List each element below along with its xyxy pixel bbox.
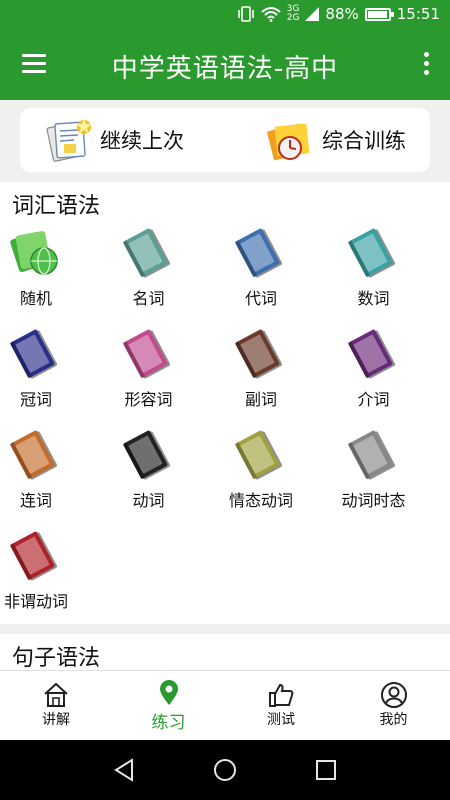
topic-label: 名词 — [132, 289, 165, 308]
vocabulary-grammar-section: 词汇语法 随机 名词 代词 数词冠词 形容词 副词 介词连词 动词 情态动词 动词时态非谓动词 — [0, 182, 450, 624]
tab-label: 练习 — [151, 713, 186, 733]
book-icon — [235, 228, 283, 278]
back-icon[interactable] — [112, 757, 138, 783]
topic-item[interactable]: 数词 — [338, 227, 450, 327]
topic-item[interactable]: 连词 — [0, 429, 112, 529]
home-button-icon[interactable] — [212, 757, 238, 783]
topic-item[interactable]: 介词 — [338, 328, 450, 428]
book-icon — [347, 228, 395, 278]
bottom-navigation: 讲解 练习 测试 我的 — [0, 670, 450, 740]
battery-icon — [364, 7, 394, 21]
recent-apps-icon[interactable] — [313, 757, 339, 783]
topic-item[interactable]: 副词 — [225, 328, 337, 428]
continue-last-label: 继续上次 — [100, 129, 184, 153]
tab-label: 测试 — [267, 712, 295, 728]
tab-lecture[interactable]: 讲解 — [0, 671, 112, 741]
more-options-icon[interactable] — [422, 52, 430, 78]
topic-label: 数词 — [357, 289, 390, 308]
quick-actions-card: 继续上次 综合训练 — [20, 108, 430, 172]
thumbs-up-icon — [269, 683, 294, 707]
topic-item[interactable]: 情态动词 — [225, 429, 337, 529]
book-icon — [10, 531, 58, 581]
vibrate-icon — [237, 6, 254, 22]
comprehensive-training-label: 综合训练 — [322, 129, 406, 153]
book-icon — [10, 430, 58, 480]
tab-mine[interactable]: 我的 — [338, 671, 450, 741]
clock: 15:51 — [396, 5, 440, 23]
topic-item[interactable]: 冠词 — [0, 328, 112, 428]
section-title-vocabulary-grammar: 词汇语法 — [12, 194, 101, 219]
network-type-2: 2G — [286, 13, 300, 23]
topic-label: 非谓动词 — [3, 592, 68, 611]
book-icon — [235, 430, 283, 480]
tab-label: 讲解 — [42, 712, 70, 728]
network-type-indicator: 3G 2G — [287, 5, 300, 23]
tab-label: 我的 — [379, 712, 408, 728]
book-icon — [122, 329, 170, 379]
book-icon — [235, 329, 283, 379]
topic-label: 形容词 — [124, 390, 173, 409]
section-title-sentence-grammar: 句子语法 — [12, 646, 101, 670]
book-icon — [10, 329, 58, 379]
status-bar: 3G 2G 88% 15:51 — [0, 0, 450, 30]
page-title: 中学英语语法-高中 — [111, 54, 339, 84]
topic-item[interactable]: 名词 — [113, 227, 225, 327]
book-icon — [122, 430, 170, 480]
folder-clock-icon — [267, 123, 310, 161]
topic-label: 动词 — [132, 491, 165, 510]
random-icon — [10, 231, 58, 275]
book-icon — [347, 430, 395, 480]
wifi-icon — [261, 7, 281, 22]
location-pin-icon — [159, 680, 178, 705]
topic-label: 连词 — [19, 491, 52, 510]
user-icon — [380, 682, 407, 708]
topic-item[interactable]: 代词 — [225, 227, 337, 327]
topic-label: 介词 — [357, 390, 390, 409]
topic-label: 冠词 — [19, 390, 52, 409]
book-icon — [122, 228, 170, 278]
topic-item[interactable]: 动词时态 — [338, 429, 450, 529]
topic-label: 随机 — [19, 289, 52, 308]
topic-item[interactable]: 形容词 — [113, 328, 225, 428]
topic-label: 动词时态 — [341, 491, 406, 510]
topic-item[interactable]: 动词 — [113, 429, 225, 529]
topic-label: 代词 — [244, 289, 277, 308]
tab-practice[interactable]: 练习 — [113, 671, 225, 741]
tab-test[interactable]: 测试 — [225, 671, 337, 741]
topic-label: 情态动词 — [228, 491, 293, 510]
continue-last-button[interactable]: 继续上次 — [44, 108, 184, 172]
sentence-grammar-section: 句子语法 — [0, 634, 450, 670]
signal-icon — [305, 7, 320, 21]
system-navigation-bar — [0, 740, 450, 800]
book-icon — [347, 329, 395, 379]
topic-label: 副词 — [244, 390, 277, 409]
app-bar: 中学英语语法-高中 — [0, 34, 450, 96]
topic-item[interactable]: 非谓动词 — [0, 530, 112, 630]
battery-percent: 88% — [325, 5, 359, 23]
home-icon — [44, 682, 68, 707]
notebook-icon — [46, 118, 92, 162]
app-header: 3G 2G 88% 15:51 中学英语语法-高中 — [0, 0, 450, 100]
comprehensive-training-button[interactable]: 综合训练 — [266, 108, 406, 172]
topic-item[interactable]: 随机 — [0, 227, 112, 327]
